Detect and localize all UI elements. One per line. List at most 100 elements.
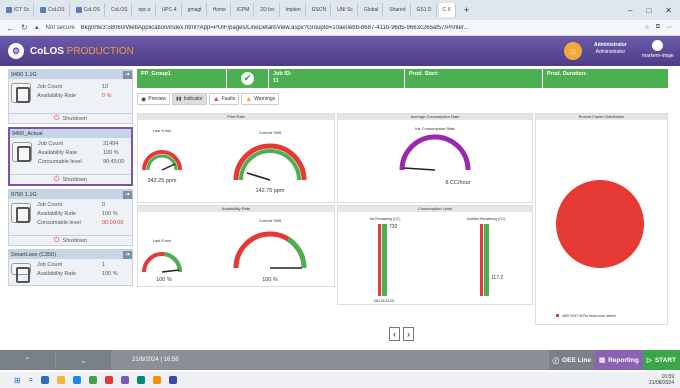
bar-title: Additive Remaining (CC): [467, 217, 506, 221]
extensions-icon[interactable]: ⧉: [656, 24, 660, 31]
laser-icon: [11, 263, 31, 283]
avatar[interactable]: [652, 40, 663, 51]
url-field[interactable]: Bkg0rfw3:58060/WebApplication/index.html…: [81, 25, 639, 31]
browser-tab[interactable]: ICT Sc: [2, 3, 35, 17]
browser-tab[interactable]: Shared: [385, 3, 411, 17]
taskbar-app-icon[interactable]: [121, 376, 130, 384]
taskbar-app-icon[interactable]: [57, 376, 66, 384]
browser-tab[interactable]: UPC-4: [158, 3, 182, 17]
taskbar-app-icon[interactable]: [89, 376, 98, 384]
window-controls: – □ ✕: [628, 6, 680, 15]
taskbar-app-icon[interactable]: [153, 376, 162, 384]
pie-slice: [556, 180, 644, 268]
not-secure-label: Not secure: [45, 24, 75, 31]
printer-card-selected[interactable]: 9450_Actual Job Count 31494 Availability …: [8, 127, 133, 186]
next-page-button[interactable]: ›: [403, 327, 414, 341]
taskbar-app-icon[interactable]: [73, 376, 82, 384]
start-button[interactable]: ▷ START: [642, 350, 680, 370]
gauge-needle: [246, 172, 271, 181]
browser-tab[interactable]: Home: [209, 3, 231, 17]
home-icon[interactable]: ⌂: [564, 42, 582, 60]
new-tab-icon[interactable]: +: [464, 5, 469, 15]
gauge-arc: [146, 154, 178, 171]
printer-card[interactable]: 9450 1.1G ➔ Job Count 10 Availability Rate…: [8, 69, 133, 124]
taskbar-app-icon[interactable]: [105, 376, 114, 384]
shutdown-button[interactable]: ⏻ Shutdown: [9, 235, 132, 245]
taskbar-app-icon[interactable]: [169, 376, 178, 384]
browser-tab[interactable]: Global: [360, 3, 384, 17]
scroll-up-button[interactable]: ⌃: [0, 350, 55, 370]
prod-duration-label: Prod. Duration:: [547, 71, 588, 77]
more-icon[interactable]: ⋯: [666, 24, 680, 31]
close-window-icon[interactable]: ✕: [665, 6, 672, 15]
job-id-label: Job ID:: [273, 71, 292, 77]
minimize-icon[interactable]: –: [628, 6, 632, 15]
tab-faults[interactable]: ▲ Faults: [208, 93, 240, 105]
expand-arrow-icon[interactable]: ➔: [123, 70, 132, 79]
taskbar-app-icon[interactable]: [137, 376, 146, 384]
gauge-title: Ink Consumption Rate: [415, 126, 455, 131]
browser-tab[interactable]: CoLOS: [107, 3, 133, 17]
bar-date: 05d 18:43:00: [374, 299, 394, 303]
print-rate-panel: Print Rate Last 5 min 342.25 ppm Current…: [137, 113, 335, 203]
colos-logo-icon: ⚙: [8, 43, 24, 59]
star-icon[interactable]: ☆: [644, 24, 649, 31]
printer-card[interactable]: SmartLase (C350) ➔ Job Count 1 Availabilit…: [8, 249, 133, 286]
gauge-arc: [286, 236, 307, 269]
address-bar: ← ↻ ▲ Not secure Bkg0rfw3:58060/WebAppli…: [0, 20, 680, 36]
printer-name: 9450 1.1G: [11, 71, 37, 78]
gauge-value: 142.75 ppm: [255, 188, 284, 194]
back-icon[interactable]: ←: [6, 23, 15, 33]
printer-icon: [11, 83, 31, 103]
gauge-title: Current Shift: [259, 218, 282, 223]
app-footer: ⌃ ⌄ 21/8/2024 | 16:58 ⓘ OEE Line ▤ Reporti…: [0, 350, 680, 370]
oee-line-button[interactable]: ⓘ OEE Line: [548, 350, 595, 370]
legend-swatch: [556, 314, 559, 317]
browser-tab[interactable]: CoLOS: [36, 3, 70, 17]
printer-sidebar: 9450 1.1G ➔ Job Count 10 Availability Rate…: [8, 69, 133, 349]
reporting-button[interactable]: ▤ Reporting: [594, 350, 643, 370]
search-icon[interactable]: ⌕: [29, 375, 33, 385]
gauge-title: Current Shift: [259, 130, 282, 135]
browser-tab[interactable]: GSCN: [308, 3, 332, 17]
tab-preview[interactable]: ◉ Preview: [137, 93, 171, 105]
browser-tab[interactable]: opc.e: [134, 3, 156, 17]
tab-indicator[interactable]: ▮▮ Indicator: [172, 93, 207, 105]
prev-page-button[interactable]: ‹: [389, 327, 400, 341]
browser-tab[interactable]: UNI Sc: [333, 3, 358, 17]
power-icon: ⏻: [53, 236, 60, 244]
system-tray-clock[interactable]: 16:59 21/08/2024: [649, 374, 680, 386]
browser-tab-active[interactable]: C X: [438, 3, 456, 17]
availability-gauges: Last 5 min 100 % Current Shift 100 %: [142, 218, 307, 283]
browser-tab[interactable]: ICPM: [233, 3, 255, 17]
power-icon: ⏻: [53, 114, 60, 122]
indicator-icon: ▮▮: [176, 96, 182, 102]
windows-start-icon[interactable]: ⊞: [14, 376, 21, 385]
gauge-value: 342.25 ppm: [147, 178, 176, 184]
print-rate-gauges: Last 5 min 342.25 ppm Current Shift 142.…: [142, 128, 307, 194]
gauge-needle: [161, 269, 180, 273]
expand-arrow-icon[interactable]: ➔: [123, 250, 132, 259]
oee-icon: ⓘ: [552, 358, 560, 365]
scroll-down-button[interactable]: ⌄: [56, 350, 111, 370]
footer-datetime: 21/8/2024 | 16:58: [132, 357, 179, 363]
printer-name: SmartLase (C350): [11, 251, 56, 258]
browser-tab[interactable]: gmagt: [184, 3, 207, 17]
expand-arrow-icon[interactable]: ➔: [123, 190, 132, 199]
reload-icon[interactable]: ↻: [21, 23, 28, 32]
shutdown-button[interactable]: ⏻ Shutdown: [9, 113, 132, 123]
os-taskbar: ⊞ ⌕ 16:59 21/08/2024: [0, 372, 680, 388]
taskbar-app-icon[interactable]: [41, 376, 50, 384]
browser-tab[interactable]: CoLOS: [72, 3, 106, 17]
printer-card[interactable]: 9750 1.1G ➔ Job Count 0 Availability Rate 1…: [8, 189, 133, 246]
user-extra: markem-imaje: [642, 53, 674, 59]
power-icon: ⏻: [53, 175, 60, 183]
maximize-icon[interactable]: □: [646, 6, 651, 15]
browser-tab[interactable]: GS1 D: [413, 3, 437, 17]
gauge-title: Last 5 min: [153, 238, 171, 243]
shutdown-button[interactable]: ⏻ Shutdown: [10, 174, 131, 184]
browser-tab[interactable]: Implen: [282, 3, 306, 17]
ink-level-bar: [382, 224, 387, 296]
tab-warnings[interactable]: ▲ Warnings: [241, 93, 280, 105]
browser-tab[interactable]: 2D loc: [256, 3, 280, 17]
